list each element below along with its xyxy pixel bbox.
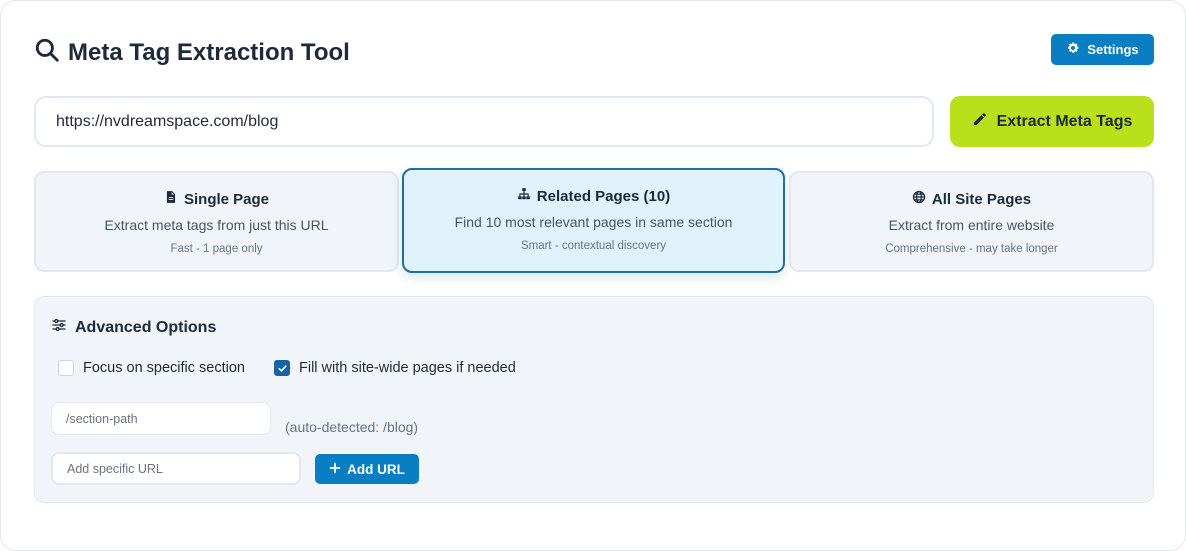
mode-description: Extract meta tags from just this URL: [104, 217, 329, 233]
advanced-options-title: Advanced Options: [75, 318, 217, 336]
section-path-input[interactable]: [51, 402, 271, 435]
globe-icon: [912, 190, 926, 208]
focus-section-checkbox[interactable]: [58, 360, 74, 376]
mode-title: Related Pages (10): [536, 187, 671, 205]
gear-icon: [1066, 41, 1080, 58]
mode-single-page[interactable]: Single Page Extract meta tags from just …: [34, 171, 399, 272]
mode-all-site-pages[interactable]: All Site Pages Extract from entire websi…: [789, 171, 1154, 272]
page-header: Meta Tag Extraction Tool: [34, 37, 350, 68]
add-url-input[interactable]: [51, 452, 301, 485]
mode-title: All Site Pages: [931, 190, 1032, 208]
mode-note: Smart - contextual discovery: [520, 240, 667, 252]
auto-detected-hint: (auto-detected: /blog): [285, 419, 419, 435]
search-icon: [34, 37, 60, 68]
advanced-options-panel: Advanced Options Focus on specific secti…: [34, 296, 1154, 503]
add-url-label: Add URL: [347, 461, 405, 477]
mode-title-row: Single Page: [36, 190, 397, 208]
fill-sitewide-option[interactable]: Fill with site-wide pages if needed: [274, 360, 516, 376]
pencil-icon: [972, 111, 988, 132]
fill-sitewide-label: Fill with site-wide pages if needed: [299, 360, 516, 376]
focus-section-label: Focus on specific section: [83, 360, 245, 376]
mode-title-row: All Site Pages: [791, 190, 1152, 208]
mode-description: Extract from entire website: [888, 217, 1055, 233]
sliders-icon: [51, 317, 67, 338]
fill-sitewide-checkbox[interactable]: [274, 360, 290, 376]
sitemap-icon: [517, 187, 531, 205]
mode-related-pages[interactable]: Related Pages (10) Find 10 most relevant…: [402, 168, 785, 273]
mode-note: Fast - 1 page only: [170, 243, 263, 255]
mode-title: Single Page: [183, 190, 270, 208]
page-title: Meta Tag Extraction Tool: [68, 38, 350, 66]
settings-label: Settings: [1087, 42, 1139, 57]
extract-meta-tags-button[interactable]: Extract Meta Tags: [950, 96, 1154, 147]
mode-note: Comprehensive - may take longer: [885, 243, 1058, 255]
url-input[interactable]: [34, 96, 934, 147]
settings-button[interactable]: Settings: [1051, 34, 1154, 65]
extraction-card: Meta Tag Extraction Tool Settings Extrac…: [0, 0, 1186, 551]
plus-icon: [329, 462, 341, 477]
add-url-button[interactable]: Add URL: [315, 454, 419, 484]
file-icon: [164, 190, 178, 208]
advanced-options-header: Advanced Options: [51, 317, 216, 338]
mode-description: Find 10 most relevant pages in same sect…: [454, 214, 733, 230]
extract-label: Extract Meta Tags: [996, 112, 1133, 130]
focus-section-option[interactable]: Focus on specific section: [58, 360, 245, 376]
mode-title-row: Related Pages (10): [404, 187, 783, 205]
